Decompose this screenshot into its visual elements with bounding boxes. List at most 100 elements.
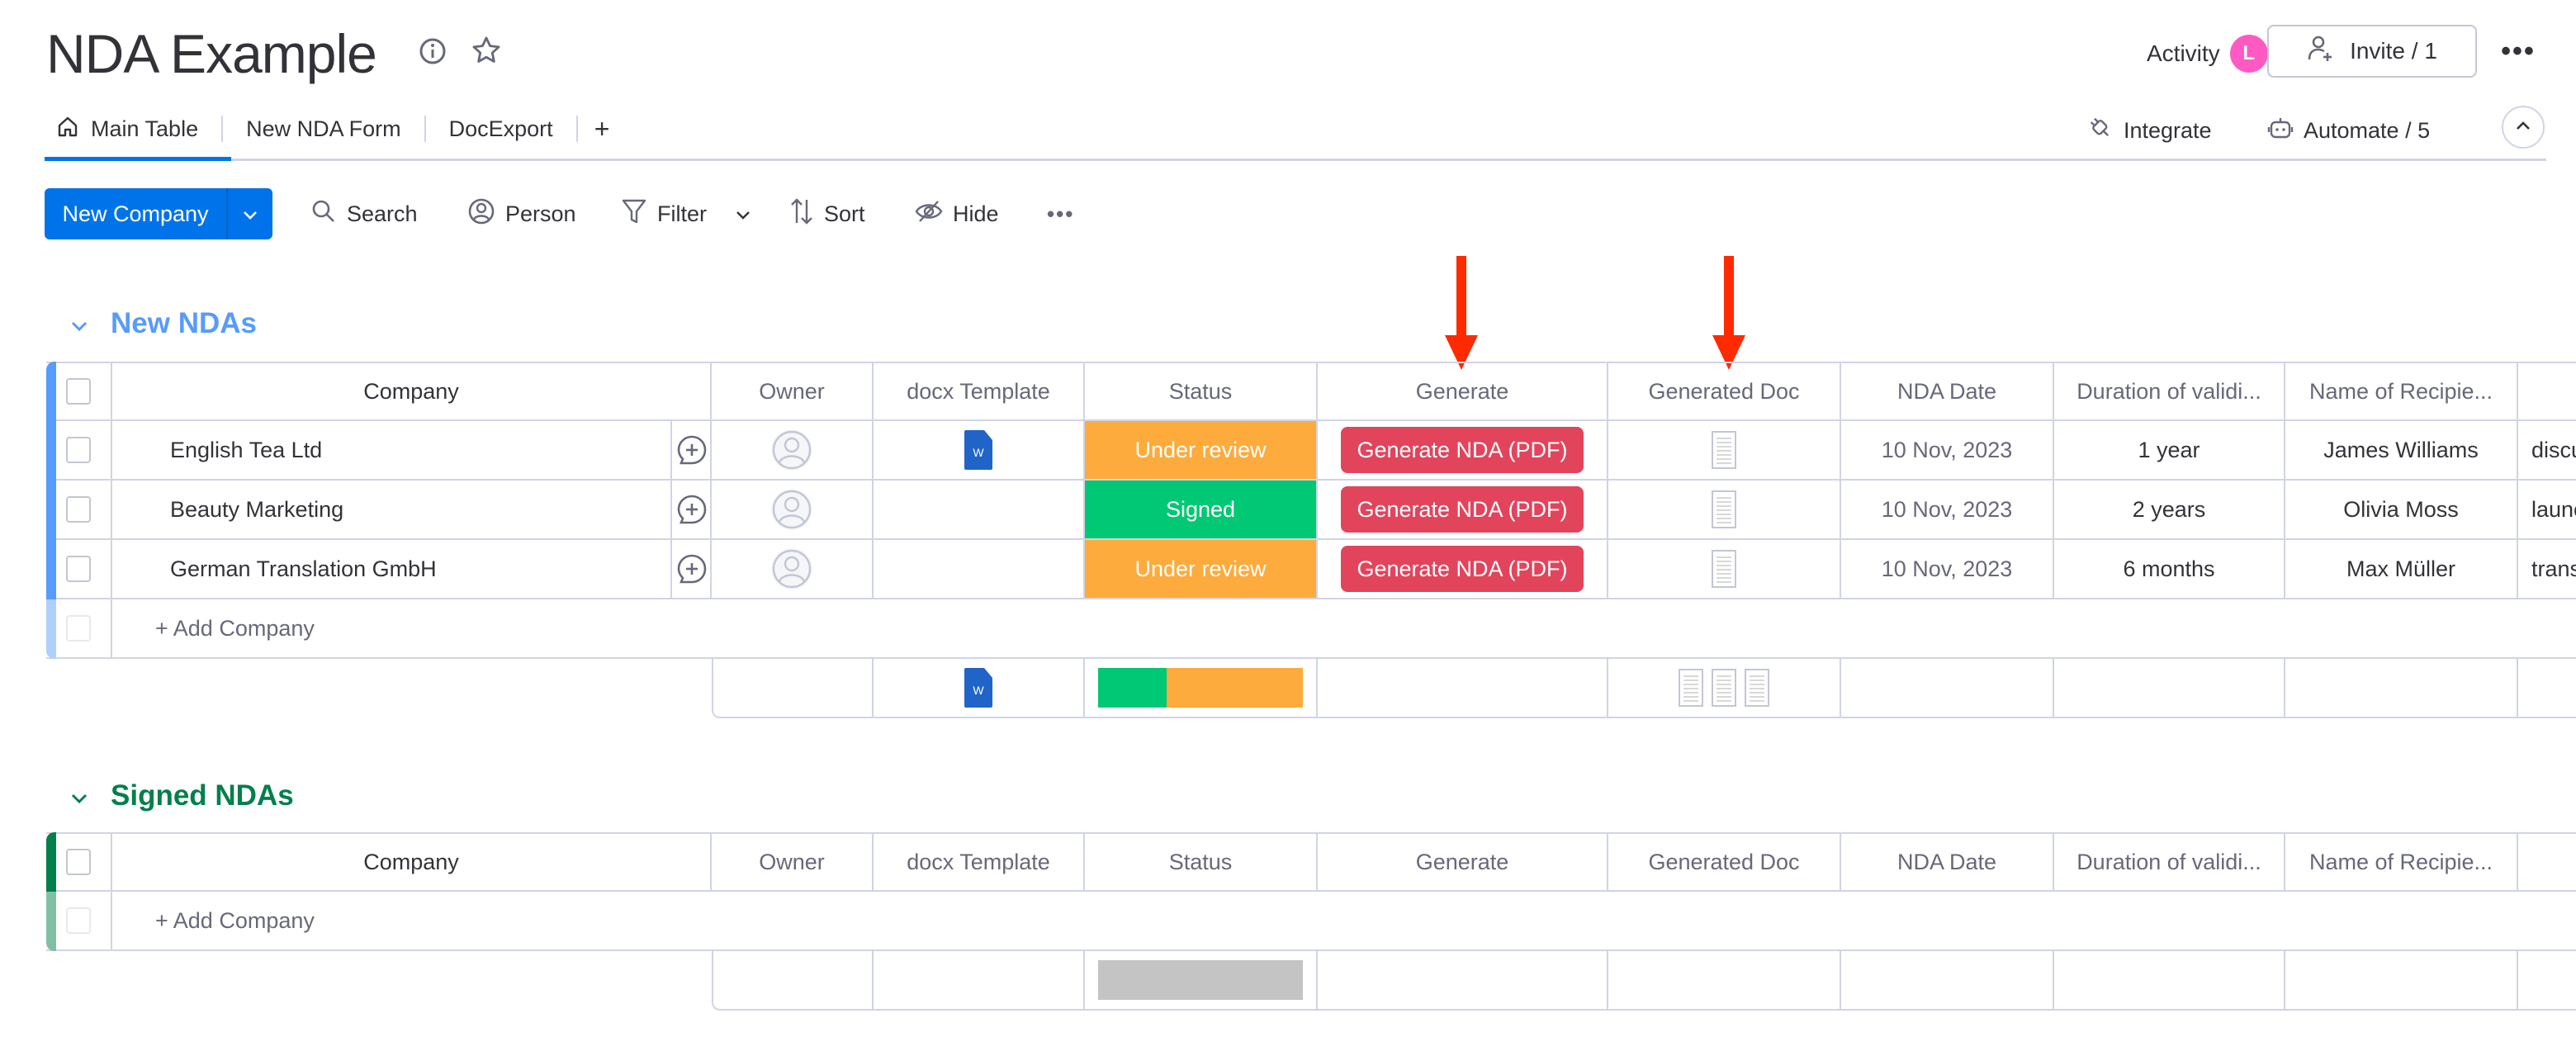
duration-cell[interactable]: 2 years <box>2054 481 2285 540</box>
row-select-cell[interactable] <box>46 540 112 599</box>
new-company-dropdown[interactable] <box>228 188 272 239</box>
person-placeholder-icon[interactable] <box>769 428 814 472</box>
owner-cell[interactable] <box>712 540 874 599</box>
column-header[interactable]: Duration of validi... <box>2054 363 2285 421</box>
add-update-icon[interactable] <box>670 540 710 598</box>
purpose-cell[interactable]: discus <box>2518 421 2576 481</box>
status-label[interactable]: Under review <box>1085 421 1316 479</box>
docx-template-cell[interactable] <box>874 481 1085 540</box>
nda-date-cell[interactable]: 10 Nov, 2023 <box>1841 481 2054 540</box>
column-header[interactable]: Name of Recipie... <box>2285 363 2518 421</box>
docx-template-cell[interactable] <box>874 540 1085 599</box>
docx-template-cell[interactable]: W <box>874 421 1085 481</box>
company-name[interactable]: German Translation GmbH <box>170 556 437 582</box>
column-header[interactable]: Status <box>1085 834 1318 892</box>
add-company-input[interactable]: + Add Company <box>112 892 2576 951</box>
company-cell[interactable]: Beauty Marketing <box>112 481 712 540</box>
company-cell[interactable]: English Tea Ltd <box>112 421 712 481</box>
collapse-header-button[interactable] <box>2502 106 2545 149</box>
column-header[interactable]: Generated Doc <box>1608 363 1841 421</box>
pdf-thumbnail-icon[interactable] <box>1679 669 1703 707</box>
column-header[interactable]: Name of Recipie... <box>2285 834 2518 892</box>
owner-cell[interactable] <box>712 481 874 540</box>
row-select-cell[interactable] <box>46 481 112 540</box>
activity-button[interactable]: Activity L <box>2147 28 2268 79</box>
add-update-icon[interactable] <box>670 481 710 538</box>
nda-date-cell[interactable]: 10 Nov, 2023 <box>1841 421 2054 481</box>
column-header[interactable]: Company <box>112 363 712 421</box>
purpose-cell[interactable]: launcl <box>2518 481 2576 540</box>
duration-cell[interactable]: 1 year <box>2054 421 2285 481</box>
generate-nda-button[interactable]: Generate NDA (PDF) <box>1341 486 1584 533</box>
pdf-thumbnail-icon[interactable] <box>1745 669 1769 707</box>
chevron-down-icon[interactable] <box>68 312 91 335</box>
filter-button[interactable]: Filter <box>621 195 707 233</box>
table-row[interactable]: Beauty Marketing Signed Generate NDA (PDF)… <box>46 481 2576 540</box>
column-header[interactable]: Owner <box>712 363 874 421</box>
add-view-button[interactable]: + <box>578 114 627 144</box>
pdf-thumbnail-icon[interactable] <box>1712 431 1736 469</box>
table-row[interactable]: English Tea Ltd W Under review Generate NDA… <box>46 421 2576 481</box>
column-header[interactable]: Owner <box>712 834 874 892</box>
status-cell[interactable]: Under review <box>1085 540 1318 599</box>
tab-new-nda-form[interactable]: New NDA Form <box>223 112 424 145</box>
column-header[interactable]: Status <box>1085 363 1318 421</box>
column-header[interactable]: Generated Doc <box>1608 834 1841 892</box>
status-distribution-bar[interactable] <box>1098 668 1303 708</box>
search-button[interactable]: Search <box>310 195 418 233</box>
nda-date-cell[interactable]: 10 Nov, 2023 <box>1841 540 2054 599</box>
info-icon[interactable] <box>418 36 447 66</box>
person-placeholder-icon[interactable] <box>769 547 814 591</box>
column-header[interactable]: Generate <box>1318 363 1608 421</box>
select-all-checkbox[interactable] <box>66 378 91 405</box>
status-label[interactable]: Under review <box>1085 540 1316 598</box>
purpose-cell[interactable]: transl <box>2518 540 2576 599</box>
table-row[interactable]: German Translation GmbH Under review Gener… <box>46 540 2576 599</box>
row-checkbox[interactable] <box>66 437 91 463</box>
pdf-thumbnail-icon[interactable] <box>1712 669 1736 707</box>
group-header-signed-ndas[interactable]: Signed NDAs <box>68 779 294 812</box>
column-header[interactable] <box>2518 363 2576 421</box>
more-toolbar-icon[interactable]: ••• <box>1047 195 1074 233</box>
company-cell[interactable]: German Translation GmbH <box>112 540 712 599</box>
column-header[interactable] <box>2518 834 2576 892</box>
star-icon[interactable] <box>471 35 500 64</box>
person-placeholder-icon[interactable] <box>769 487 814 532</box>
column-header[interactable]: Company <box>112 834 712 892</box>
tab-main-table[interactable]: Main Table <box>45 112 221 145</box>
sort-button[interactable]: Sort <box>789 195 865 233</box>
duration-cell[interactable]: 6 months <box>2054 540 2285 599</box>
word-doc-icon[interactable]: W <box>964 668 992 708</box>
group-header-new-ndas[interactable]: New NDAs <box>68 307 257 340</box>
add-item-row[interactable]: + Add Company <box>46 892 2576 951</box>
company-name[interactable]: Beauty Marketing <box>170 497 343 523</box>
pdf-thumbnail-icon[interactable] <box>1712 490 1736 528</box>
status-label[interactable]: Signed <box>1085 481 1316 538</box>
owner-cell[interactable] <box>712 421 874 481</box>
recipient-cell[interactable]: Olivia Moss <box>2285 481 2518 540</box>
word-doc-icon[interactable]: W <box>964 430 992 470</box>
status-cell[interactable]: Under review <box>1085 421 1318 481</box>
column-header[interactable]: NDA Date <box>1841 363 2054 421</box>
status-distribution-bar[interactable] <box>1098 960 1303 1000</box>
generated-doc-cell[interactable] <box>1608 481 1841 540</box>
filter-dropdown[interactable] <box>735 195 751 233</box>
generated-doc-cell[interactable] <box>1608 421 1841 481</box>
tab-docexport[interactable]: DocExport <box>426 112 576 145</box>
person-filter-button[interactable]: Person <box>467 195 576 233</box>
column-header[interactable]: NDA Date <box>1841 834 2054 892</box>
generated-doc-cell[interactable] <box>1608 540 1841 599</box>
generate-cell[interactable]: Generate NDA (PDF) <box>1318 540 1608 599</box>
column-header[interactable]: docx Template <box>874 363 1085 421</box>
generate-cell[interactable]: Generate NDA (PDF) <box>1318 481 1608 540</box>
add-company-input[interactable]: + Add Company <box>112 599 2576 659</box>
row-checkbox[interactable] <box>66 496 91 523</box>
automate-button[interactable]: Automate / 5 <box>2267 107 2430 154</box>
select-all-checkbox[interactable] <box>66 849 91 875</box>
column-header[interactable]: Generate <box>1318 834 1608 892</box>
column-header[interactable]: docx Template <box>874 834 1085 892</box>
row-select-cell[interactable] <box>46 421 112 481</box>
add-update-icon[interactable] <box>670 421 710 479</box>
hide-button[interactable]: Hide <box>915 195 999 233</box>
add-item-row[interactable]: + Add Company <box>46 599 2576 659</box>
